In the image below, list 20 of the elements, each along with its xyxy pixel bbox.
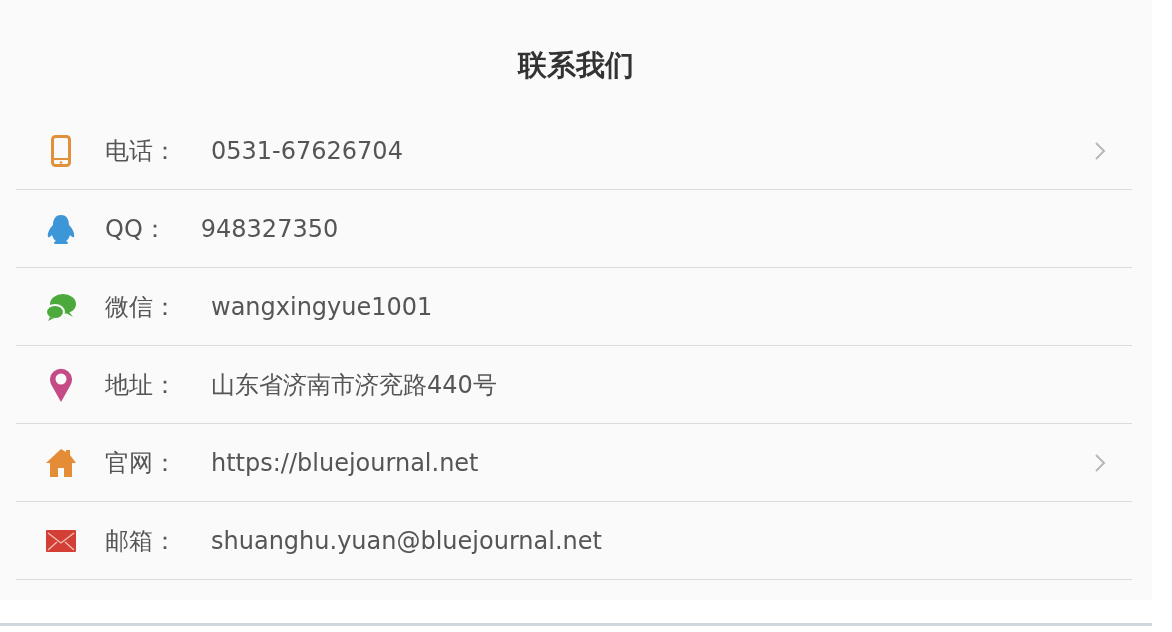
contact-value: shuanghu.yuan@bluejournal.net	[211, 526, 602, 555]
contact-label: 官网：	[105, 447, 177, 479]
contact-label: 邮箱：	[105, 525, 177, 557]
contact-value: 0531-67626704	[211, 136, 403, 165]
contact-label: QQ：	[105, 213, 167, 245]
contact-row[interactable]: 官网： https://bluejournal.net	[16, 424, 1132, 502]
contact-label: 地址：	[105, 369, 177, 401]
contact-row[interactable]: 电话： 0531-67626704	[16, 112, 1132, 190]
contact-value: 948327350	[200, 214, 339, 243]
contact-value: https://bluejournal.net	[211, 448, 479, 477]
contact-label: 电话：	[105, 135, 177, 167]
page-title: 联系我们	[518, 47, 634, 84]
map-pin-icon	[48, 366, 73, 403]
house-icon	[44, 447, 77, 478]
chat-bubbles-icon	[44, 292, 77, 321]
contact-label: 微信：	[105, 291, 177, 323]
phone-icon	[50, 134, 71, 167]
contact-value: wangxingyue1001	[211, 292, 433, 321]
contact-value: 山东省济南市济兖路440号	[211, 369, 497, 401]
envelope-icon	[45, 529, 76, 552]
